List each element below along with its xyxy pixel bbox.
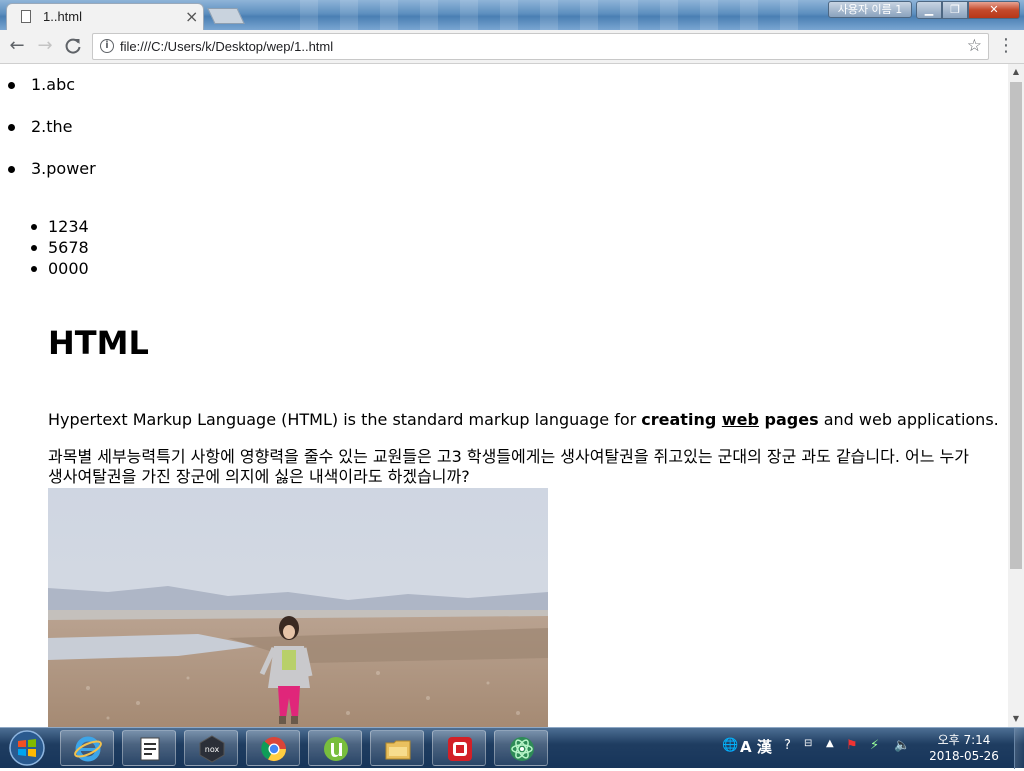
list-item-text: 2.the [31,117,73,136]
beach-photo [48,488,548,727]
taskbar-file-explorer[interactable] [370,730,424,766]
page-file-icon [21,10,31,23]
list-item-text: 0000 [48,259,89,278]
svg-text:nox: nox [205,745,220,754]
list-item-text: 3.power [31,159,96,178]
show-hidden-icons-icon[interactable]: ▲ [826,738,834,749]
paragraph-text: Hypertext Markup Language (HTML) is the … [48,410,642,429]
network-icon[interactable]: ⚡ [870,738,879,753]
beach-photo-graphic [48,488,548,727]
browser-toolbar: ← → i file:///C:/Users/k/Desktop/wep/1..… [0,30,1024,64]
taskbar-media-app[interactable] [432,730,486,766]
close-window-button[interactable]: ✕ [968,1,1020,19]
taskbar-nox[interactable]: nox [184,730,238,766]
windows-taskbar: nox 🌐 A 漢 ? ⊟ ▲ ⚑ ⚡ 🔈 오후 7:14 2018-05-26 [0,727,1024,769]
nox-icon: nox [199,735,225,763]
scrollbar-thumb[interactable] [1010,82,1022,569]
list-item-text: 1234 [48,217,89,236]
paragraph-text: and web applications. [818,410,999,429]
intro-paragraph: Hypertext Markup Language (HTML) is the … [48,409,999,431]
address-bar[interactable]: i file:///C:/Users/k/Desktop/wep/1..html… [92,33,989,60]
reload-icon-glyph [65,38,81,54]
tab-close-icon[interactable]: × [185,7,198,26]
maximize-button[interactable]: ❐ [942,1,968,19]
volume-icon[interactable]: 🔈 [894,738,910,753]
media-app-icon [448,737,472,761]
bold-text: creating [641,410,722,429]
url-text[interactable]: file:///C:/Users/k/Desktop/wep/1..html [120,39,333,54]
window-titlebar: 1..html × 사용자 이름 1 ▁ ❐ ✕ [0,0,1024,30]
folder-icon [385,740,411,760]
list-item-text: 5678 [48,238,89,257]
user-profile-button[interactable]: 사용자 이름 1 [828,1,912,18]
new-tab-button[interactable] [207,8,245,24]
scroll-down-icon[interactable]: ▼ [1008,711,1024,727]
list-item-text: 1.abc [31,75,76,94]
bullet [8,124,15,131]
taskbar-internet-explorer[interactable] [60,730,114,766]
language-globe-icon[interactable]: 🌐 [722,738,738,753]
info-icon[interactable]: i [100,39,114,53]
bullet [8,166,15,173]
back-arrow-icon[interactable]: ← [6,35,28,57]
forward-arrow-icon[interactable]: → [34,35,56,57]
taskbar-notepad[interactable] [122,730,176,766]
ime-mode-indicator[interactable]: A 漢 [740,736,772,757]
clock-date: 2018-05-26 [929,749,999,763]
bold-text: pages [758,410,819,429]
show-desktop-button[interactable] [1014,728,1024,769]
start-button[interactable] [4,729,50,767]
menu-dots-icon[interactable]: ⋮ [996,35,1016,57]
ime-options-icon[interactable]: ⊟ [804,738,812,749]
star-icon[interactable]: ☆ [967,36,982,56]
utorrent-icon [324,737,348,761]
vertical-scrollbar[interactable]: ▲ ▼ [1008,64,1024,727]
titlebar-background [300,0,820,30]
page-viewport: 1.abc 2.the 3.power 1234 5678 0000 HTML … [0,64,1008,727]
clock-time: 오후 7:14 [937,733,991,747]
bullet [31,224,37,230]
korean-paragraph: 과목별 세부능력특기 사항에 영향력을 줄수 있는 교원들은 고3 학생들에게는… [48,447,969,486]
scroll-up-icon[interactable]: ▲ [1008,64,1024,80]
minimize-button[interactable]: ▁ [916,1,942,19]
bullet [8,82,15,89]
bullet [31,245,37,251]
reload-icon[interactable] [62,35,84,57]
web-link[interactable]: web [722,410,759,429]
taskbar-chrome[interactable] [246,730,300,766]
windows-logo-icon [9,730,45,766]
atom-icon [510,737,534,761]
notepad-icon [140,737,160,761]
page-heading: HTML [48,324,149,362]
browser-tab[interactable]: 1..html × [6,3,204,30]
help-icon[interactable]: ? [784,738,791,753]
action-center-icon[interactable]: ⚑ [846,738,858,753]
bullet [31,266,37,272]
taskbar-atom[interactable] [494,730,548,766]
tab-title: 1..html [43,9,83,24]
taskbar-utorrent[interactable] [308,730,362,766]
chrome-icon [261,737,286,762]
internet-explorer-icon [74,736,102,762]
system-clock[interactable]: 오후 7:14 2018-05-26 [916,732,1012,764]
